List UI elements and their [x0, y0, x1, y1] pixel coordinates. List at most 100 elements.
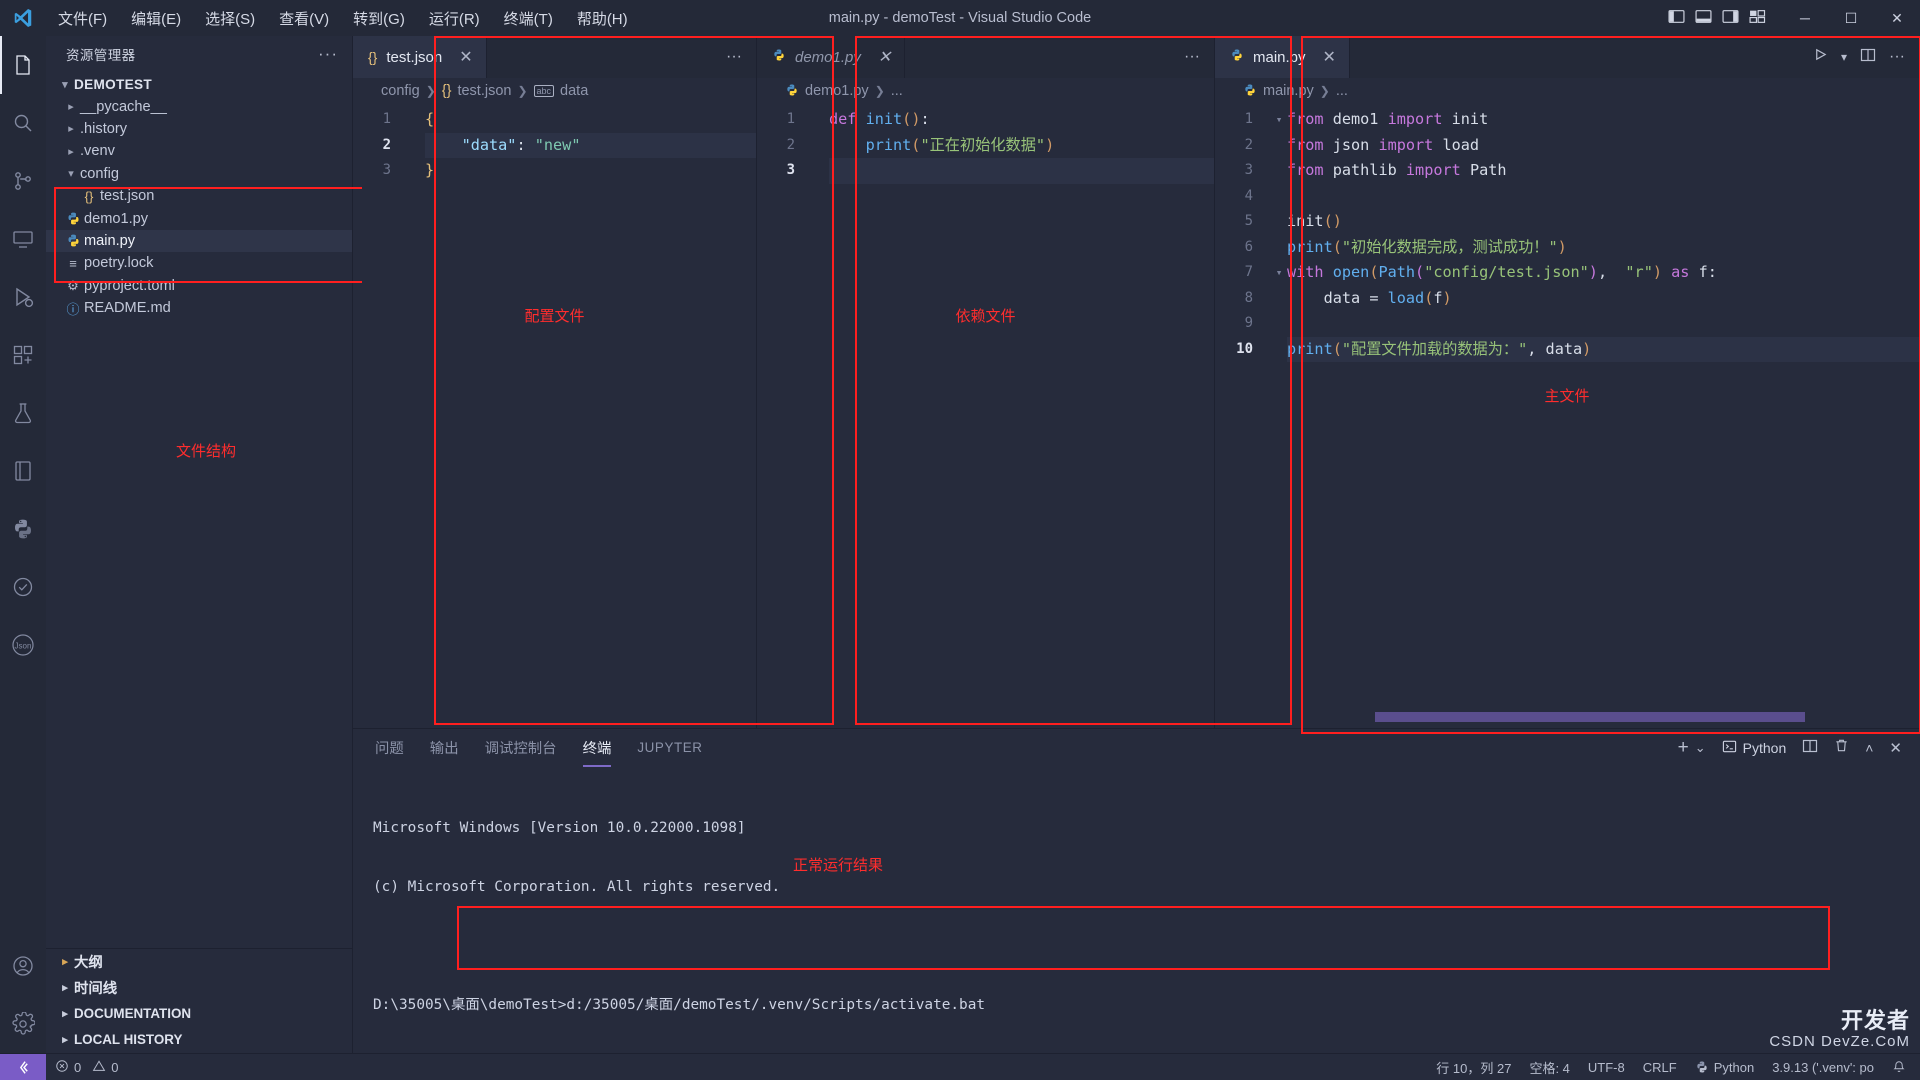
tree-item-test-json[interactable]: {} test.json [46, 185, 352, 207]
remote-indicator-icon[interactable] [0, 1053, 46, 1080]
remote-explorer-icon[interactable] [0, 210, 46, 268]
tab-problems[interactable]: 问题 [375, 729, 404, 767]
fold-gutter[interactable] [1271, 235, 1287, 261]
kill-terminal-icon[interactable] [1834, 738, 1849, 757]
group1-actions[interactable]: ··· [712, 36, 756, 78]
toggle-secondary-sidebar-icon[interactable] [1722, 8, 1739, 29]
tab-test-json[interactable]: {} test.json ✕ [353, 36, 487, 78]
run-play-icon[interactable] [1813, 47, 1828, 67]
code-editor-main-py[interactable]: 1 ▾ from demo1 import init 2 from json i… [1215, 104, 1919, 728]
sidebar-section-outline[interactable]: ▸ 大纲 [46, 949, 352, 975]
tree-item-poetry-lock[interactable]: ≡ poetry.lock [46, 252, 352, 274]
search-icon[interactable] [0, 94, 46, 152]
menu-view[interactable]: 查看(V) [267, 4, 341, 33]
status-encoding[interactable]: UTF-8 [1579, 1060, 1634, 1075]
fold-gutter[interactable] [1271, 286, 1287, 312]
chevron-down-icon[interactable]: ⌄ [1695, 740, 1706, 756]
testing-flask-icon[interactable] [0, 384, 46, 442]
menu-go[interactable]: 转到(G) [341, 4, 417, 33]
status-cursor-position[interactable]: 行 10，列 27 [1427, 1058, 1520, 1077]
breadcrumb-symbol[interactable]: data [560, 83, 588, 99]
chevron-down-icon[interactable]: ▾ [1841, 50, 1847, 64]
tab-close-icon[interactable]: ✕ [878, 47, 891, 67]
status-eol[interactable]: CRLF [1634, 1060, 1686, 1075]
maximize-panel-icon[interactable]: ˄ [1865, 740, 1873, 756]
split-terminal-icon[interactable] [1802, 738, 1818, 758]
menu-file[interactable]: 文件(F) [46, 4, 119, 33]
tree-item-config[interactable]: ▾ config [46, 163, 352, 185]
more-actions-icon[interactable]: ··· [1889, 48, 1905, 66]
menu-run[interactable]: 运行(R) [417, 4, 492, 33]
new-terminal-icon[interactable]: + [1678, 737, 1689, 759]
breadcrumb-folder[interactable]: config [381, 83, 420, 99]
editor-horizontal-scrollbar[interactable] [1375, 712, 1805, 722]
breadcrumb-group1[interactable]: config ❯ {} test.json ❯ abc data [353, 78, 756, 104]
breadcrumb-file[interactable]: demo1.py [805, 83, 869, 99]
sidebar-section-local-history[interactable]: ▸ LOCAL HISTORY [46, 1027, 352, 1053]
sidebar-section-documentation[interactable]: ▸ DOCUMENTATION [46, 1001, 352, 1027]
maximize-button[interactable]: ☐ [1828, 0, 1874, 36]
close-button[interactable]: ✕ [1874, 0, 1920, 36]
breadcrumb-file[interactable]: test.json [457, 83, 511, 99]
tree-item-venv[interactable]: ▸ .venv [46, 140, 352, 162]
panel-actions[interactable]: + ⌄ Python ˄ ✕ [1678, 737, 1920, 759]
more-actions-icon[interactable]: ··· [1184, 48, 1200, 66]
menu-edit[interactable]: 编辑(E) [119, 4, 193, 33]
tree-item-pycache[interactable]: ▸ __pycache__ [46, 95, 352, 117]
layout-controls[interactable] [1668, 8, 1782, 29]
status-language-mode[interactable]: Python [1686, 1060, 1763, 1075]
tree-item-demo1-py[interactable]: demo1.py [46, 207, 352, 229]
menu-terminal[interactable]: 终端(T) [492, 4, 565, 33]
fold-gutter[interactable]: ▾ [1271, 107, 1287, 133]
fold-gutter[interactable] [409, 107, 425, 133]
breadcrumb-symbol[interactable]: ... [1336, 83, 1348, 99]
breadcrumb-group3[interactable]: main.py ❯ ... [1215, 78, 1919, 104]
fold-gutter[interactable] [1271, 158, 1287, 184]
fold-gutter[interactable] [813, 158, 829, 184]
group2-actions[interactable]: ··· [1170, 36, 1214, 78]
fold-gutter[interactable] [409, 133, 425, 159]
json-icon[interactable]: Json [0, 616, 46, 674]
tab-close-icon[interactable]: ✕ [1323, 47, 1336, 67]
menu-help[interactable]: 帮助(H) [565, 4, 640, 33]
breadcrumb-symbol[interactable]: ... [891, 83, 903, 99]
tab-demo1-py[interactable]: demo1.py ✕ [757, 36, 906, 78]
fold-gutter[interactable] [1271, 337, 1287, 363]
code-editor-test-json[interactable]: 1 { 2 "data": "new" 3} 配置文件 [353, 104, 756, 728]
tab-jupyter[interactable]: JUPYTER [637, 732, 702, 764]
breadcrumb-file[interactable]: main.py [1263, 83, 1314, 99]
file-tree[interactable]: ▾ DEMOTEST ▸ __pycache__ ▸ .history ▸ .v… [46, 71, 352, 948]
settings-gear-icon[interactable] [0, 995, 46, 1053]
code-editor-demo1-py[interactable]: 1 def init(): 2 print("正在初始化数据") 3 依赖文件 [757, 104, 1214, 728]
tab-terminal[interactable]: 终端 [582, 729, 611, 767]
fold-gutter[interactable] [1271, 311, 1287, 337]
tab-debug-console[interactable]: 调试控制台 [485, 729, 557, 767]
breadcrumb-group2[interactable]: demo1.py ❯ ... [757, 78, 1214, 104]
more-actions-icon[interactable]: ··· [726, 48, 742, 66]
minimize-button[interactable]: ─ [1782, 0, 1828, 36]
split-editor-icon[interactable] [1860, 47, 1876, 68]
sidebar-section-timeline[interactable]: ▸ 时间线 [46, 975, 352, 1001]
status-bell-icon[interactable] [1883, 1060, 1920, 1074]
tree-item-main-py[interactable]: main.py [46, 229, 352, 253]
toggle-primary-sidebar-icon[interactable] [1668, 8, 1685, 29]
run-debug-icon[interactable] [0, 268, 46, 326]
fold-gutter[interactable] [1271, 184, 1287, 210]
fold-gutter[interactable] [409, 158, 425, 184]
terminal-output[interactable]: Microsoft Windows [Version 10.0.22000.10… [353, 766, 1920, 1053]
toggle-panel-icon[interactable] [1695, 8, 1712, 29]
status-interpreter[interactable]: 3.9.13 ('.venv': po [1763, 1060, 1883, 1075]
notebook-icon[interactable] [0, 442, 46, 500]
close-panel-icon[interactable]: ✕ [1889, 739, 1902, 757]
tab-close-icon[interactable]: ✕ [459, 47, 472, 67]
status-indentation[interactable]: 空格: 4 [1520, 1058, 1578, 1077]
menu-bar[interactable]: 文件(F) 编辑(E) 选择(S) 查看(V) 转到(G) 运行(R) 终端(T… [46, 4, 640, 33]
tab-output[interactable]: 输出 [430, 729, 459, 767]
explorer-icon[interactable] [0, 36, 46, 94]
fold-gutter[interactable] [1271, 209, 1287, 235]
tab-main-py[interactable]: main.py ✕ [1215, 36, 1350, 78]
terminal-shell-selector[interactable]: Python [1722, 739, 1786, 757]
group3-actions[interactable]: ▾ ··· [1798, 36, 1919, 78]
python-env-icon[interactable] [0, 500, 46, 558]
tree-item-history[interactable]: ▸ .history [46, 118, 352, 140]
